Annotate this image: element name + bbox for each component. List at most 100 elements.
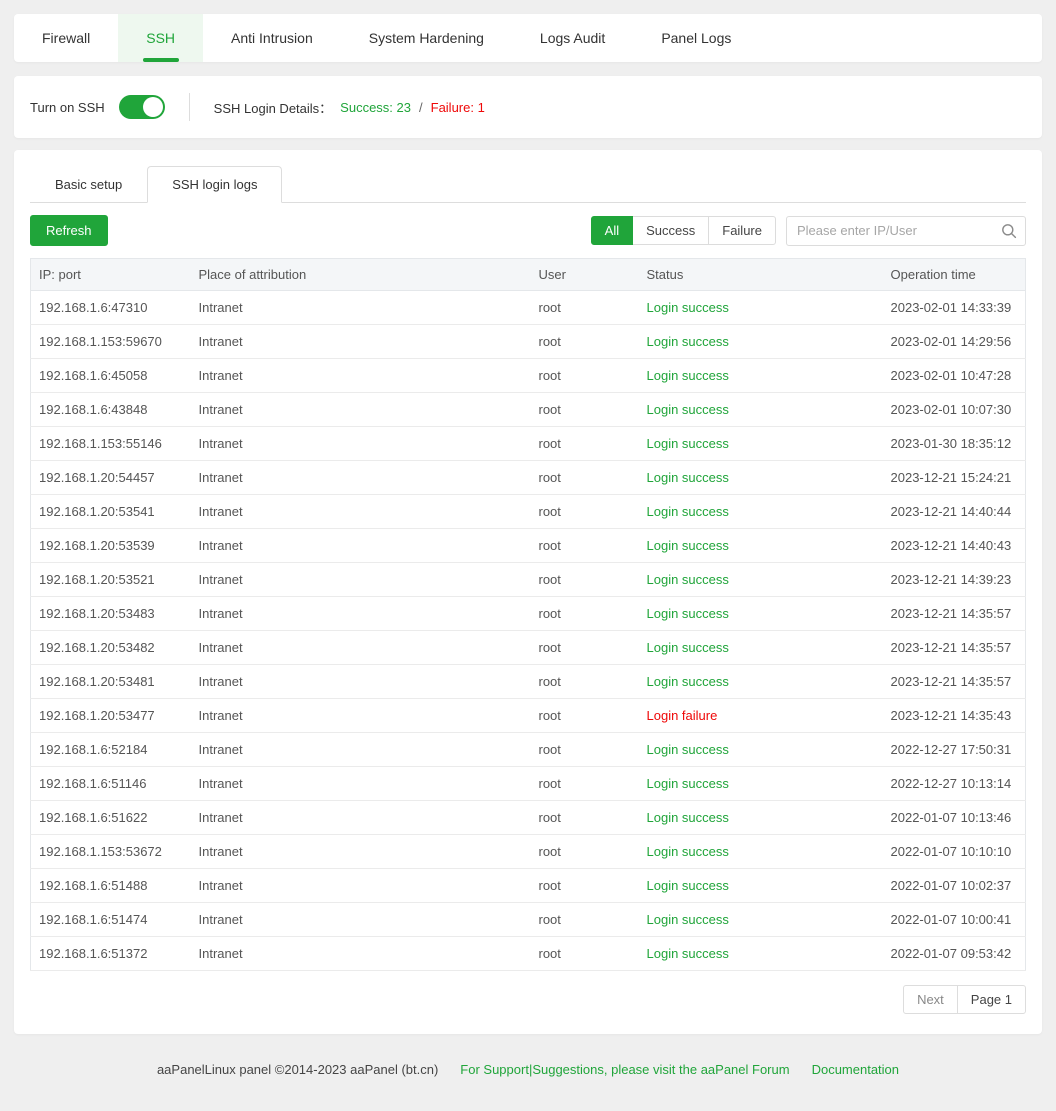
table-row: 192.168.1.6:52184 Intranet root Login su… [31, 733, 1026, 767]
tab-panel-logs[interactable]: Panel Logs [633, 14, 759, 62]
cell-place: Intranet [191, 529, 531, 563]
cell-place: Intranet [191, 291, 531, 325]
tab-ssh[interactable]: SSH [118, 14, 203, 62]
magnifier-icon[interactable] [1001, 223, 1017, 239]
cell-user: root [531, 461, 639, 495]
cell-time: 2022-12-27 10:13:14 [883, 767, 1026, 801]
cell-status: Login success [639, 461, 883, 495]
filter-all-button[interactable]: All [591, 216, 633, 245]
cell-place: Intranet [191, 903, 531, 937]
cell-user: root [531, 733, 639, 767]
tab-system-hardening[interactable]: System Hardening [341, 14, 512, 62]
cell-time: 2022-01-07 10:02:37 [883, 869, 1026, 903]
table-row: 192.168.1.153:59670 Intranet root Login … [31, 325, 1026, 359]
tab-firewall[interactable]: Firewall [14, 14, 118, 62]
cell-user: root [531, 529, 639, 563]
cell-time: 2023-02-01 10:47:28 [883, 359, 1026, 393]
table-row: 192.168.1.6:47310 Intranet root Login su… [31, 291, 1026, 325]
success-count: Success: 23 [340, 100, 411, 115]
ssh-login-details-label: SSH Login Details： [214, 98, 333, 117]
cell-status: Login success [639, 631, 883, 665]
cell-ip: 192.168.1.153:59670 [31, 325, 191, 359]
table-row: 192.168.1.6:51622 Intranet root Login su… [31, 801, 1026, 835]
vertical-divider [189, 93, 190, 121]
table-row: 192.168.1.6:43848 Intranet root Login su… [31, 393, 1026, 427]
cell-ip: 192.168.1.20:53541 [31, 495, 191, 529]
page-footer: aaPanelLinux panel ©2014-2023 aaPanel (b… [0, 1062, 1056, 1095]
toggle-knob-icon [143, 97, 163, 117]
search-box [786, 216, 1026, 246]
table-row: 192.168.1.20:53481 Intranet root Login s… [31, 665, 1026, 699]
cell-ip: 192.168.1.20:53481 [31, 665, 191, 699]
cell-user: root [531, 427, 639, 461]
cell-status: Login success [639, 665, 883, 699]
tab-ssh-login-logs[interactable]: SSH login logs [147, 166, 282, 203]
table-row: 192.168.1.20:54457 Intranet root Login s… [31, 461, 1026, 495]
col-header-place: Place of attribution [191, 259, 531, 291]
cell-status: Login success [639, 869, 883, 903]
cell-user: root [531, 903, 639, 937]
cell-time: 2023-02-01 10:07:30 [883, 393, 1026, 427]
refresh-button[interactable]: Refresh [30, 215, 108, 246]
table-row: 192.168.1.153:55146 Intranet root Login … [31, 427, 1026, 461]
cell-time: 2023-12-21 15:24:21 [883, 461, 1026, 495]
cell-status: Login success [639, 393, 883, 427]
cell-status: Login success [639, 529, 883, 563]
cell-time: 2023-12-21 14:35:57 [883, 631, 1026, 665]
cell-place: Intranet [191, 393, 531, 427]
cell-status: Login success [639, 937, 883, 971]
cell-user: root [531, 835, 639, 869]
cell-status: Login success [639, 291, 883, 325]
cell-status: Login success [639, 767, 883, 801]
current-page-button[interactable]: Page 1 [957, 985, 1026, 1014]
ssh-toggle[interactable] [119, 95, 165, 119]
tab-basic-setup[interactable]: Basic setup [30, 166, 147, 203]
cell-user: root [531, 291, 639, 325]
cell-place: Intranet [191, 937, 531, 971]
table-header-row: IP: port Place of attribution User Statu… [31, 259, 1026, 291]
filter-failure-button[interactable]: Failure [708, 216, 776, 245]
ssh-login-log-table: IP: port Place of attribution User Statu… [30, 258, 1026, 971]
col-header-status: Status [639, 259, 883, 291]
cell-user: root [531, 869, 639, 903]
cell-time: 2023-02-01 14:33:39 [883, 291, 1026, 325]
cell-ip: 192.168.1.20:53539 [31, 529, 191, 563]
tab-logs-audit[interactable]: Logs Audit [512, 14, 633, 62]
ssh-logs-card: Basic setup SSH login logs Refresh All S… [14, 150, 1042, 1034]
cell-ip: 192.168.1.6:51488 [31, 869, 191, 903]
cell-place: Intranet [191, 767, 531, 801]
col-header-operation-time: Operation time [883, 259, 1026, 291]
forum-support-link[interactable]: For Support|Suggestions, please visit th… [460, 1062, 789, 1077]
cell-ip: 192.168.1.153:55146 [31, 427, 191, 461]
cell-status: Login success [639, 427, 883, 461]
table-row: 192.168.1.20:53539 Intranet root Login s… [31, 529, 1026, 563]
cell-place: Intranet [191, 631, 531, 665]
cell-place: Intranet [191, 699, 531, 733]
cell-ip: 192.168.1.20:53482 [31, 631, 191, 665]
cell-user: root [531, 767, 639, 801]
cell-ip: 192.168.1.6:51622 [31, 801, 191, 835]
cell-ip: 192.168.1.6:51474 [31, 903, 191, 937]
cell-time: 2023-12-21 14:39:23 [883, 563, 1026, 597]
table-row: 192.168.1.6:45058 Intranet root Login su… [31, 359, 1026, 393]
cell-time: 2023-12-21 14:35:57 [883, 665, 1026, 699]
cell-status: Login success [639, 835, 883, 869]
table-row: 192.168.1.153:53672 Intranet root Login … [31, 835, 1026, 869]
cell-user: root [531, 495, 639, 529]
documentation-link[interactable]: Documentation [812, 1062, 899, 1077]
cell-user: root [531, 597, 639, 631]
cell-time: 2022-01-07 10:10:10 [883, 835, 1026, 869]
cell-place: Intranet [191, 495, 531, 529]
cell-status: Login success [639, 563, 883, 597]
cell-time: 2022-01-07 09:53:42 [883, 937, 1026, 971]
next-page-button[interactable]: Next [903, 985, 958, 1014]
filter-success-button[interactable]: Success [632, 216, 709, 245]
failure-count: Failure: 1 [431, 100, 485, 115]
cell-status: Login success [639, 801, 883, 835]
search-input[interactable] [786, 216, 1026, 246]
cell-status: Login success [639, 733, 883, 767]
tab-anti-intrusion[interactable]: Anti Intrusion [203, 14, 341, 62]
cell-ip: 192.168.1.6:47310 [31, 291, 191, 325]
table-row: 192.168.1.6:51372 Intranet root Login su… [31, 937, 1026, 971]
cell-place: Intranet [191, 801, 531, 835]
